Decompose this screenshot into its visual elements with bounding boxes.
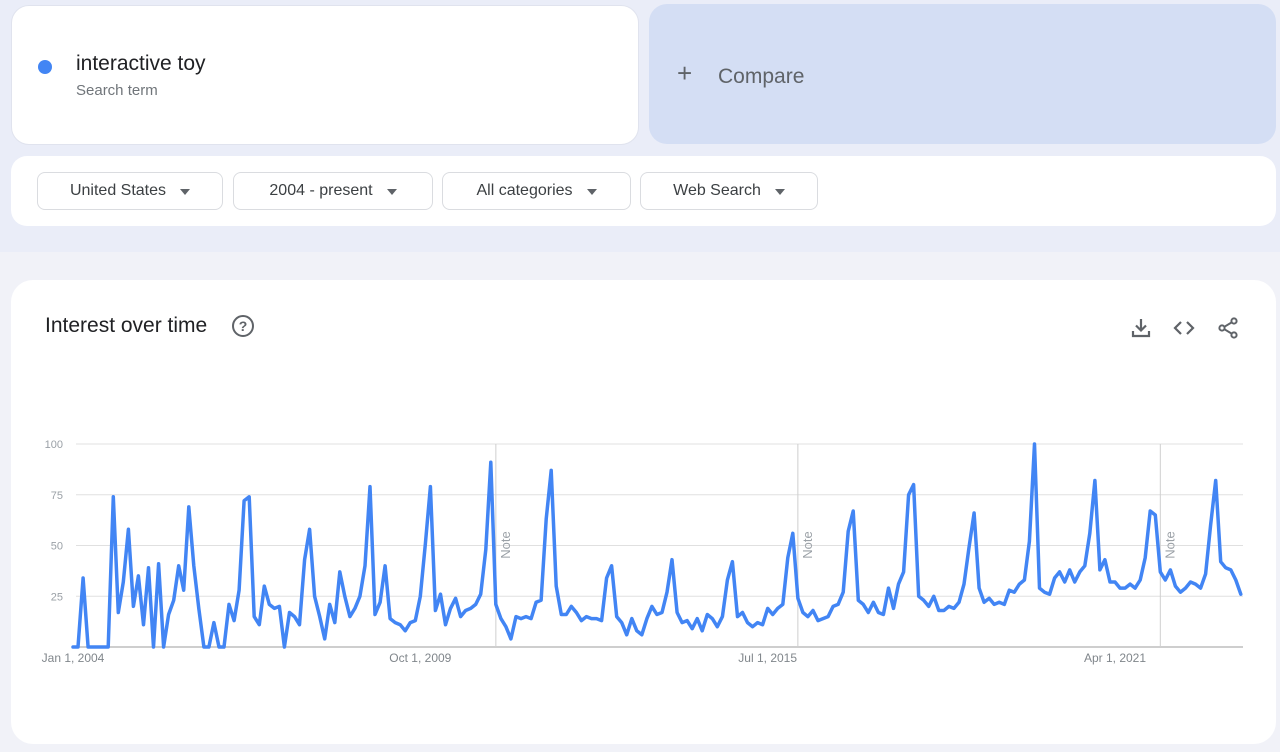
- note-label: Note: [1162, 531, 1177, 558]
- y-tick-label: 50: [51, 541, 63, 553]
- compare-label: Compare: [718, 65, 805, 88]
- x-tick-label: Jul 1, 2015: [738, 651, 797, 665]
- filter-bar: United States 2004 - present All categor…: [11, 156, 1276, 226]
- y-tick-label: 75: [51, 490, 63, 502]
- series-color-dot: [38, 60, 52, 74]
- plus-icon: +: [677, 58, 693, 88]
- note-label: Note: [800, 531, 815, 558]
- region-filter-label: United States: [69, 182, 167, 199]
- search-term-name[interactable]: interactive toy: [76, 52, 206, 76]
- compare-button[interactable]: + Compare: [649, 4, 1276, 144]
- caret-down-icon: [180, 188, 191, 195]
- x-tick-label: Oct 1, 2009: [389, 651, 451, 665]
- category-filter-label: All categories: [476, 182, 573, 199]
- interest-chart: Note Note Note Jan 1, 2004 Oct 1, 2009 Jul 1…: [42, 439, 1243, 665]
- caret-down-icon: [386, 188, 397, 195]
- time-range-filter-label: 2004 - present: [269, 182, 373, 199]
- search-term-card[interactable]: interactive toy Search term: [11, 5, 639, 145]
- note-label: Note: [498, 531, 513, 558]
- search-type-filter-label: Web Search: [673, 182, 761, 199]
- interest-over-time-panel: Interest over time ? Note Note Note Jan 1,…: [11, 280, 1276, 744]
- y-tick-label: 100: [45, 439, 63, 451]
- search-term-subtitle: Search term: [76, 82, 158, 99]
- x-tick-label: Apr 1, 2021: [1084, 651, 1146, 665]
- x-tick-label: Jan 1, 2004: [42, 651, 105, 665]
- caret-down-icon: [774, 188, 785, 195]
- region-filter[interactable]: United States: [37, 172, 223, 210]
- category-filter[interactable]: All categories: [442, 172, 631, 210]
- y-tick-label: 25: [51, 591, 63, 603]
- time-range-filter[interactable]: 2004 - present: [233, 172, 433, 210]
- search-type-filter[interactable]: Web Search: [640, 172, 818, 210]
- caret-down-icon: [586, 188, 597, 195]
